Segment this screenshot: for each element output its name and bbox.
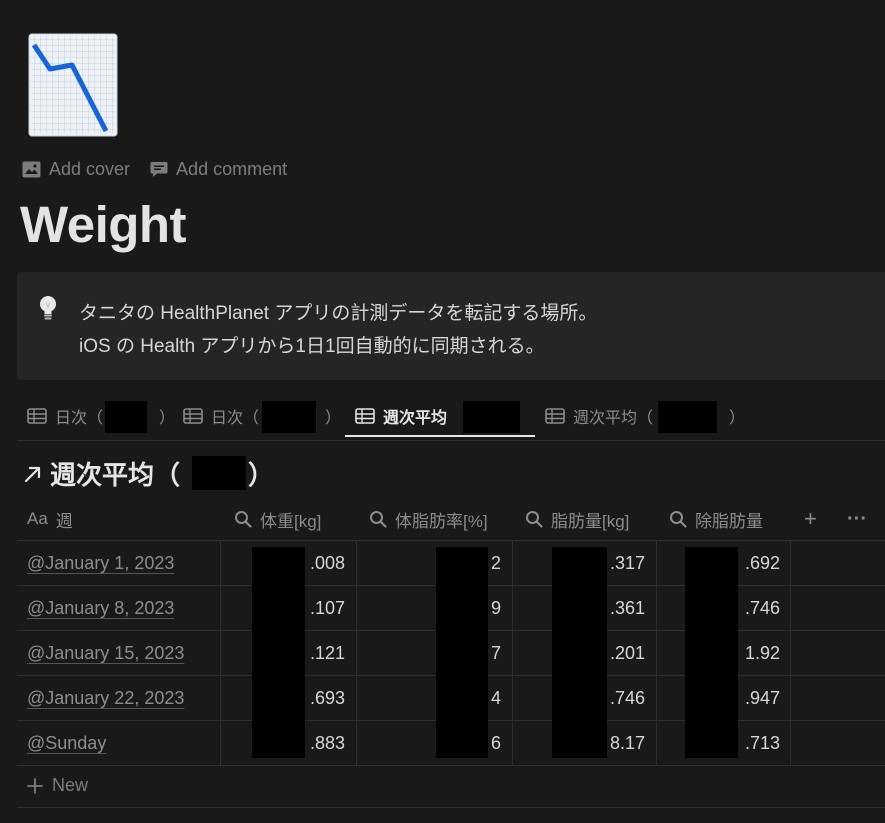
tab-label: 週次平均 xyxy=(383,410,448,427)
more-icon: ··· xyxy=(847,507,867,530)
week-date-link[interactable]: @Sunday xyxy=(27,721,106,765)
new-row-label: New xyxy=(52,775,89,795)
callout-text: タニタの HealthPlanet アプリの計測データを転記する場所。 iOS … xyxy=(79,297,597,363)
add-property-button[interactable]: + xyxy=(804,498,817,540)
callout-line-2: iOS の Health アプリから1日1回自動的に同期される。 xyxy=(79,336,545,357)
table-icon xyxy=(183,408,203,424)
tab-label: 週次平均（ xyxy=(573,410,654,427)
redaction xyxy=(105,401,147,433)
add-comment-button[interactable]: Add comment xyxy=(150,156,287,182)
more-options-button[interactable]: ··· xyxy=(847,498,867,540)
view-title-suffix: ） xyxy=(248,460,275,490)
page-title[interactable]: Weight xyxy=(20,195,187,254)
column-label: 体脂肪率[%] xyxy=(395,511,488,531)
redaction xyxy=(436,547,488,758)
view-title-prefix: 週次平均（ xyxy=(50,460,181,490)
table-icon xyxy=(355,408,375,424)
tab-daily-1[interactable]: 日次（ ） xyxy=(27,396,175,436)
table-icon xyxy=(27,408,47,424)
plus-icon: + xyxy=(804,506,817,531)
redaction xyxy=(252,547,305,758)
table-bottom-divider xyxy=(17,807,885,808)
callout-block[interactable]: タニタの HealthPlanet アプリの計測データを転記する場所。 iOS … xyxy=(17,272,885,380)
plus-icon xyxy=(27,777,43,794)
new-row-button[interactable]: New xyxy=(26,775,88,796)
chart-decreasing-icon xyxy=(28,33,118,137)
column-label: 脂肪量[kg] xyxy=(551,511,630,531)
redaction xyxy=(552,547,607,758)
title-property-icon: Aa xyxy=(27,509,48,528)
week-date-link[interactable]: @January 22, 2023 xyxy=(27,676,184,720)
active-tab-indicator xyxy=(345,435,535,437)
redaction xyxy=(262,401,316,433)
table-header: Aa 週 体重[kg] 体脂肪率[%] 脂肪量[kg] 除脂肪量 + ··· xyxy=(17,498,885,541)
tab-label-close: ） xyxy=(325,410,342,427)
search-icon xyxy=(670,511,687,528)
view-tabs: 日次（ ） 日次（ ） 週次平均 週次平均（ ） xyxy=(17,396,885,441)
redaction xyxy=(192,456,246,490)
column-header-lean-mass[interactable]: 除脂肪量 xyxy=(669,498,763,540)
week-date-link[interactable]: @January 1, 2023 xyxy=(27,541,174,585)
search-icon xyxy=(526,511,543,528)
callout-line-1: タニタの HealthPlanet アプリの計測データを転記する場所。 xyxy=(79,303,598,324)
page-icon-chart-decreasing[interactable] xyxy=(28,33,118,137)
table-icon xyxy=(545,408,565,424)
tab-label: 日次（ xyxy=(211,410,260,427)
add-comment-label: Add comment xyxy=(176,158,288,179)
image-icon xyxy=(22,161,41,177)
tab-weekly-average[interactable]: 週次平均 xyxy=(355,396,447,436)
column-label: 除脂肪量 xyxy=(695,511,763,531)
add-cover-button[interactable]: Add cover xyxy=(22,156,130,182)
column-header-weight[interactable]: 体重[kg] xyxy=(234,498,321,540)
add-cover-label: Add cover xyxy=(49,158,131,179)
redaction xyxy=(658,401,717,433)
tab-label-close: ） xyxy=(159,410,176,427)
column-label: 体重[kg] xyxy=(260,511,322,531)
column-label: 週 xyxy=(55,511,73,531)
redaction xyxy=(685,547,738,758)
comment-icon xyxy=(150,161,168,177)
redaction xyxy=(463,401,520,433)
column-header-body-fat-rate[interactable]: 体脂肪率[%] xyxy=(369,498,488,540)
week-date-link[interactable]: @January 8, 2023 xyxy=(27,586,174,630)
search-icon xyxy=(235,511,252,528)
tab-label: 日次（ xyxy=(55,410,104,427)
column-header-fat-mass[interactable]: 脂肪量[kg] xyxy=(525,498,629,540)
lightbulb-icon xyxy=(37,294,59,327)
tab-label-close: ） xyxy=(729,410,746,427)
column-header-week[interactable]: Aa 週 xyxy=(27,498,73,540)
arrow-up-right-icon xyxy=(24,466,41,482)
search-icon xyxy=(370,511,387,528)
week-date-link[interactable]: @January 15, 2023 xyxy=(27,631,184,675)
